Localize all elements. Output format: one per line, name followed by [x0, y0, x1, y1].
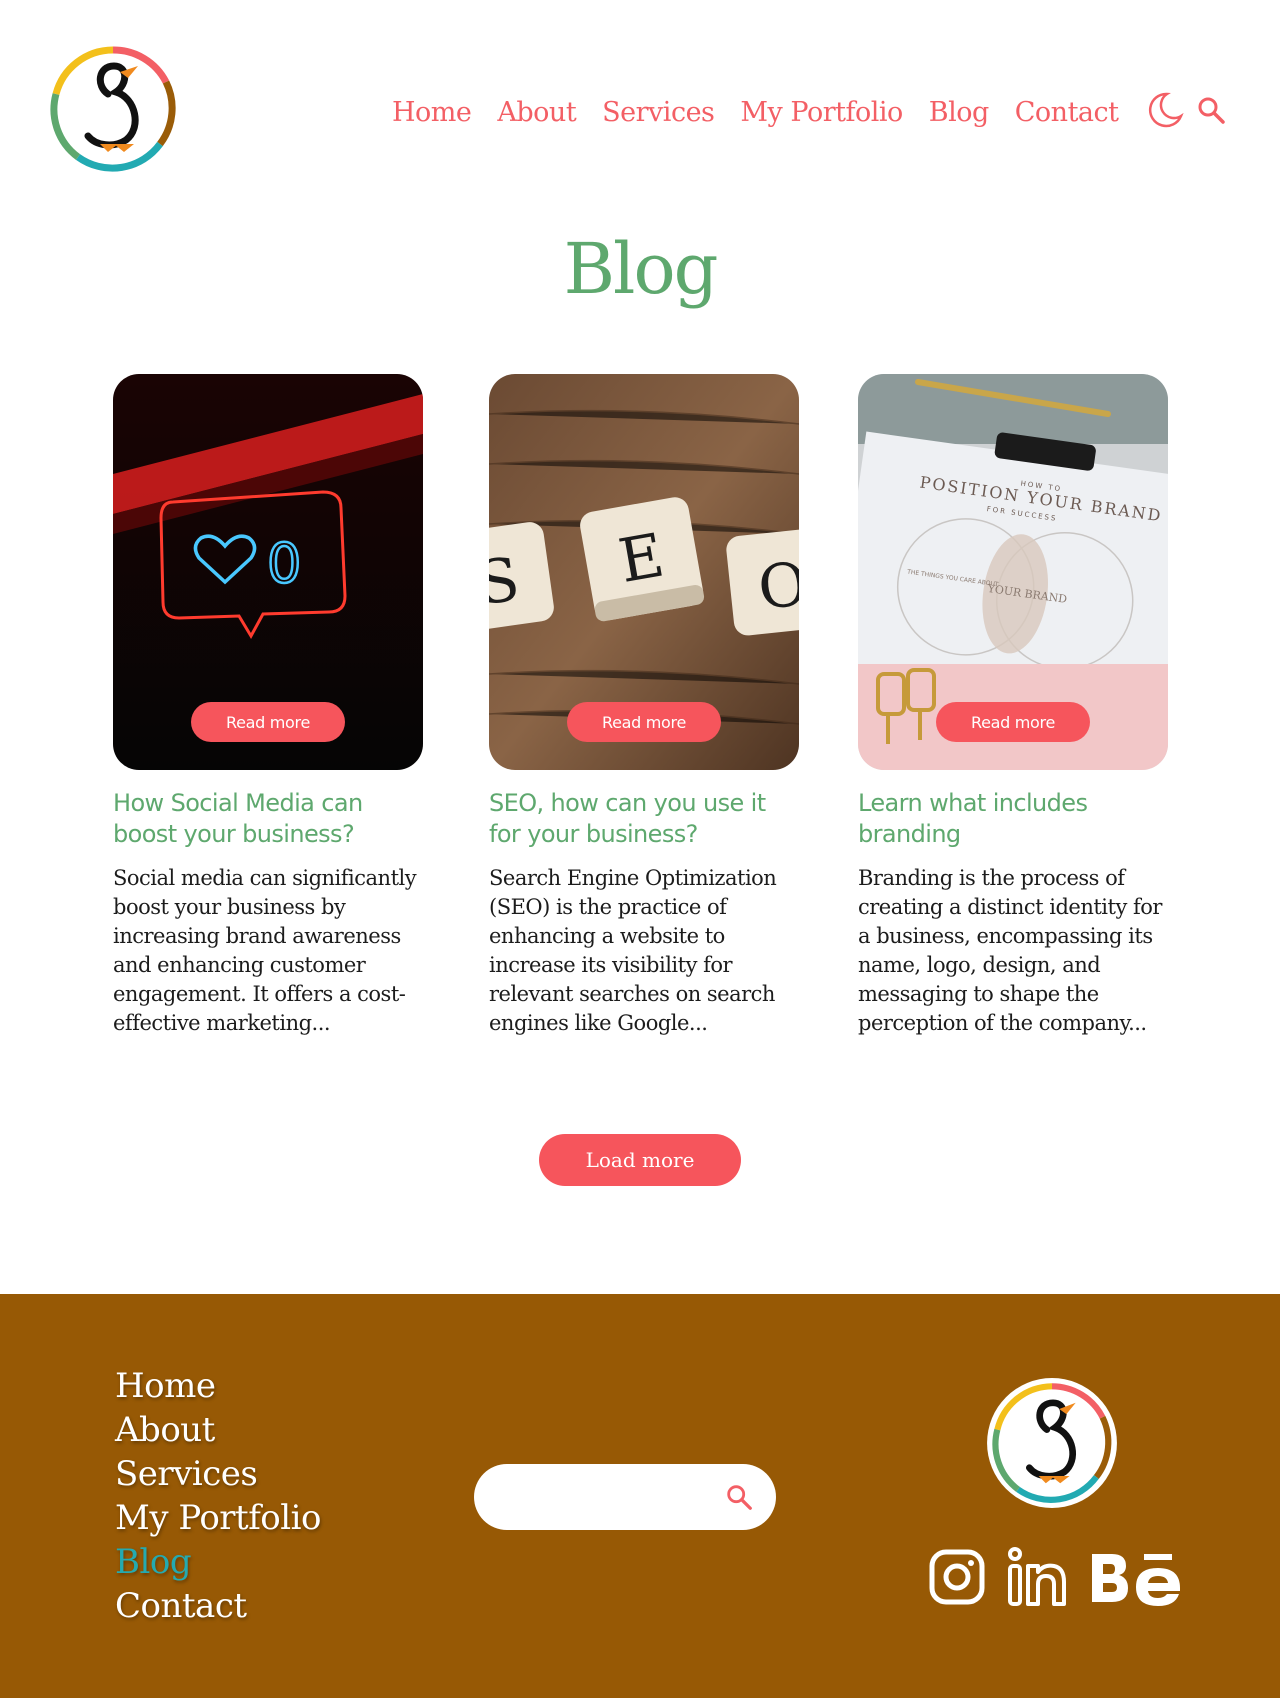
- load-more-button[interactable]: Load more: [539, 1134, 741, 1186]
- nav-portfolio[interactable]: My Portfolio: [740, 97, 903, 128]
- footer-nav-blog[interactable]: Blog: [115, 1540, 321, 1584]
- footer-nav-portfolio[interactable]: My Portfolio: [115, 1496, 322, 1540]
- footer-logo[interactable]: [985, 1376, 1119, 1510]
- search-icon[interactable]: [1195, 94, 1227, 130]
- nav-services[interactable]: Services: [602, 97, 715, 128]
- main-nav: Home About Services My Portfolio Blog Co…: [392, 92, 1237, 132]
- footer-nav-about[interactable]: About: [115, 1408, 321, 1452]
- instagram-icon[interactable]: [928, 1548, 986, 1610]
- card-image-seo[interactable]: S E O Read more: [489, 374, 799, 770]
- card-image-neon[interactable]: 0 Read more: [113, 374, 423, 770]
- footer-search-input[interactable]: [500, 1478, 714, 1518]
- nav-home[interactable]: Home: [392, 97, 472, 128]
- read-more-button[interactable]: Read more: [191, 702, 345, 742]
- nav-blog[interactable]: Blog: [929, 97, 990, 128]
- neon-count: 0: [267, 532, 301, 595]
- social-links: [928, 1546, 1204, 1612]
- page-title: Blog: [563, 228, 719, 310]
- footer-nav-services[interactable]: Services: [115, 1452, 321, 1496]
- nav-contact[interactable]: Contact: [1015, 97, 1119, 128]
- footer-nav-contact[interactable]: Contact: [115, 1584, 321, 1628]
- card-title[interactable]: Learn what includes branding: [858, 788, 1170, 850]
- linkedin-icon[interactable]: [1006, 1546, 1068, 1612]
- card-excerpt: Branding is the process of creating a di…: [858, 866, 1162, 1035]
- nav-about[interactable]: About: [497, 97, 576, 128]
- penguin-logo-icon: [50, 46, 176, 172]
- read-more-button[interactable]: Read more: [567, 702, 721, 742]
- penguin-logo-icon: [987, 1378, 1117, 1508]
- card-title[interactable]: How Social Media can boost your business…: [113, 788, 425, 850]
- behance-icon[interactable]: [1088, 1546, 1184, 1612]
- footer-nav: Home About Services My Portfolio Blog Co…: [115, 1364, 322, 1628]
- tile-letter-o: O: [755, 549, 799, 624]
- blog-card: HOW TO POSITION YOUR BRAND FOR SUCCESS T…: [858, 374, 1170, 1038]
- site-logo[interactable]: [48, 44, 178, 174]
- blog-card: 0 Read more How Social Media can boost y…: [113, 374, 425, 1038]
- footer-search: [474, 1464, 776, 1530]
- search-icon[interactable]: [724, 1482, 754, 1516]
- blog-card: S E O Read more SEO, how can you use it …: [489, 374, 801, 1038]
- read-more-button[interactable]: Read more: [936, 702, 1090, 742]
- card-title[interactable]: SEO, how can you use it for your busines…: [489, 788, 801, 850]
- moon-icon[interactable]: [1145, 90, 1185, 134]
- card-image-branding[interactable]: HOW TO POSITION YOUR BRAND FOR SUCCESS T…: [858, 374, 1168, 770]
- footer-nav-home[interactable]: Home: [115, 1364, 321, 1408]
- site-footer: Home About Services My Portfolio Blog Co…: [0, 1294, 1280, 1698]
- card-excerpt: Search Engine Optimization (SEO) is the …: [489, 866, 777, 1035]
- card-excerpt: Social media can significantly boost you…: [113, 866, 417, 1035]
